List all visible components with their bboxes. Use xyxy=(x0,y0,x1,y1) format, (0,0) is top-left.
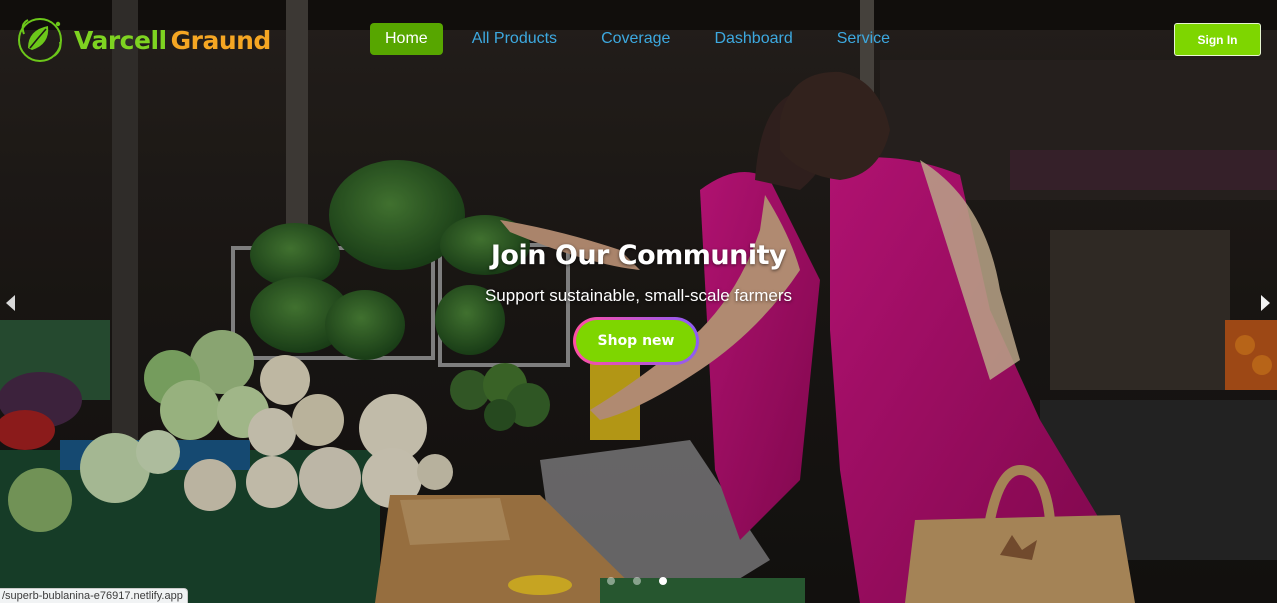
chevron-right-icon xyxy=(1261,295,1270,311)
carousel-indicators xyxy=(607,577,667,585)
carousel-dot[interactable] xyxy=(607,577,615,585)
nav-item-all-products[interactable]: All Products xyxy=(457,23,572,55)
nav-item-dashboard[interactable]: Dashboard xyxy=(699,23,807,55)
nav-item-service[interactable]: Service xyxy=(822,23,905,55)
nav-item-home[interactable]: Home xyxy=(370,22,443,55)
brand-logo-link[interactable]: Varcell Graund xyxy=(14,14,271,66)
hero-title: Join Our Community xyxy=(490,240,787,271)
carousel-dot[interactable] xyxy=(633,577,641,585)
brand-name-part2: Graund xyxy=(170,25,272,55)
main-nav: Home All Products Coverage Dashboard Ser… xyxy=(370,21,905,56)
brand-name-part1: Varcell xyxy=(74,25,167,55)
leaf-globe-logo-icon xyxy=(18,18,62,62)
carousel-dot-active[interactable] xyxy=(659,577,667,585)
brand-name: Varcell Graund xyxy=(74,26,271,55)
carousel-prev-button[interactable] xyxy=(4,294,18,312)
nav-item-coverage[interactable]: Coverage xyxy=(586,23,685,55)
sign-in-button[interactable]: Sign In xyxy=(1174,23,1261,56)
chevron-left-icon xyxy=(6,295,15,311)
browser-status-url: /superb-bublanina-e76917.netlify.app xyxy=(0,588,188,603)
hero-subtitle: Support sustainable, small-scale farmers xyxy=(484,286,793,305)
carousel-next-button[interactable] xyxy=(1258,294,1272,312)
shop-now-button-label: Shop new xyxy=(576,320,696,362)
shop-now-button[interactable]: Shop new xyxy=(573,317,699,365)
